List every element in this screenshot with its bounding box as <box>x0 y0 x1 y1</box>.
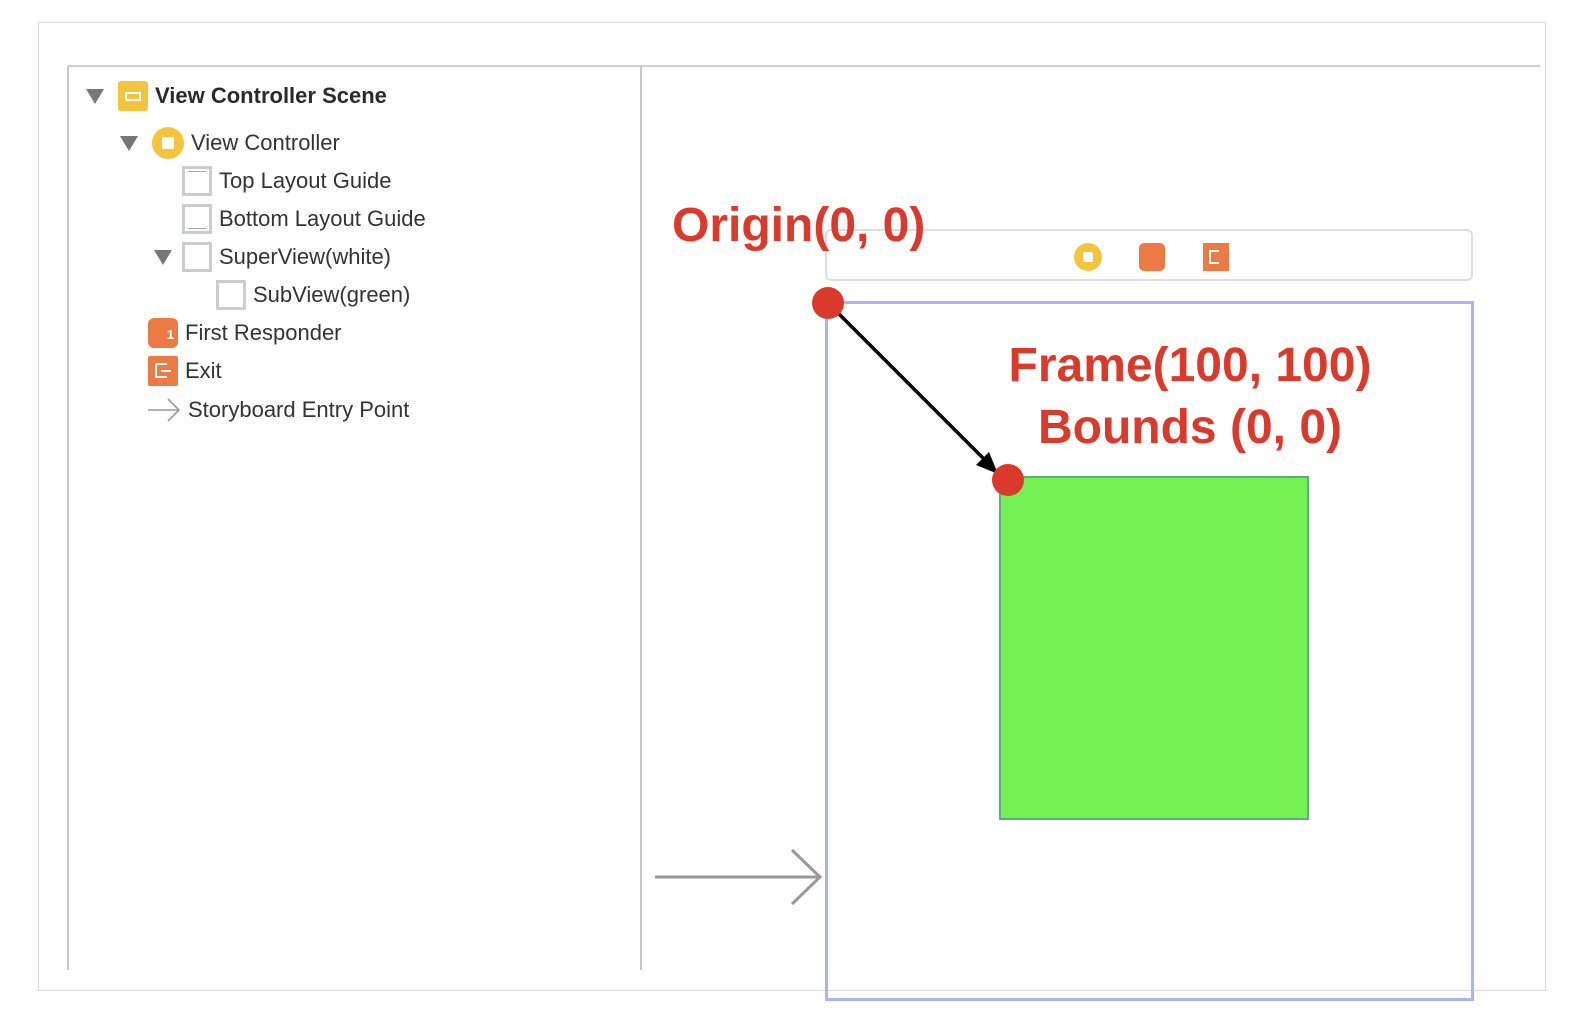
view-icon <box>182 242 212 272</box>
bounds-label: Bounds (0, 0) <box>1037 401 1342 454</box>
layout-guide-icon <box>182 204 212 234</box>
entry-arrow-icon <box>148 398 181 422</box>
origin-to-frame-arrow <box>826 301 994 469</box>
storyboard-entry-arrow <box>655 848 823 906</box>
outline-label: First Responder <box>185 320 342 345</box>
outline-label: View Controller <box>191 130 340 155</box>
outline-item-scene[interactable]: View Controller Scene <box>86 79 387 113</box>
first-responder-cube-icon: 1 <box>148 318 178 348</box>
left-edge <box>67 66 69 970</box>
outline-label: Storyboard Entry Point <box>188 397 410 422</box>
disclosure-triangle-icon[interactable] <box>120 135 138 151</box>
outline-label: Exit <box>185 358 222 383</box>
exit-icon <box>148 356 178 386</box>
outline-label: SuperView(white) <box>219 244 392 269</box>
origin-label: Origin(0, 0) <box>672 199 926 252</box>
view-controller-icon <box>152 127 184 159</box>
disclosure-triangle-icon[interactable] <box>86 88 104 104</box>
outline-label: Bottom Layout Guide <box>219 206 426 231</box>
outline-item-first-responder[interactable]: 1 First Responder <box>148 316 342 350</box>
outline-item-entry-point[interactable]: Storyboard Entry Point <box>146 393 409 427</box>
outline-item-view-controller[interactable]: View Controller <box>120 126 340 160</box>
layout-guide-icon <box>182 166 212 196</box>
outline-item-superview[interactable]: SuperView(white) <box>154 240 391 274</box>
origin-marker <box>812 287 844 319</box>
disclosure-triangle-icon[interactable] <box>154 249 172 265</box>
view-icon <box>216 280 246 310</box>
frame-label: Frame(100, 100) <box>1008 339 1372 392</box>
outline-label: Top Layout Guide <box>219 168 392 193</box>
outline-label: SubView(green) <box>253 282 411 307</box>
outline-item-bottom-layout-guide[interactable]: Bottom Layout Guide <box>182 202 426 236</box>
annotation-arrows <box>655 301 998 906</box>
outline-item-exit[interactable]: Exit <box>148 354 222 388</box>
scene-icon <box>118 81 148 111</box>
outline-item-subview[interactable]: SubView(green) <box>216 278 410 312</box>
outline-item-top-layout-guide[interactable]: Top Layout Guide <box>182 164 391 198</box>
frame-origin-marker <box>992 464 1024 496</box>
outline-label: View Controller Scene <box>155 83 387 108</box>
